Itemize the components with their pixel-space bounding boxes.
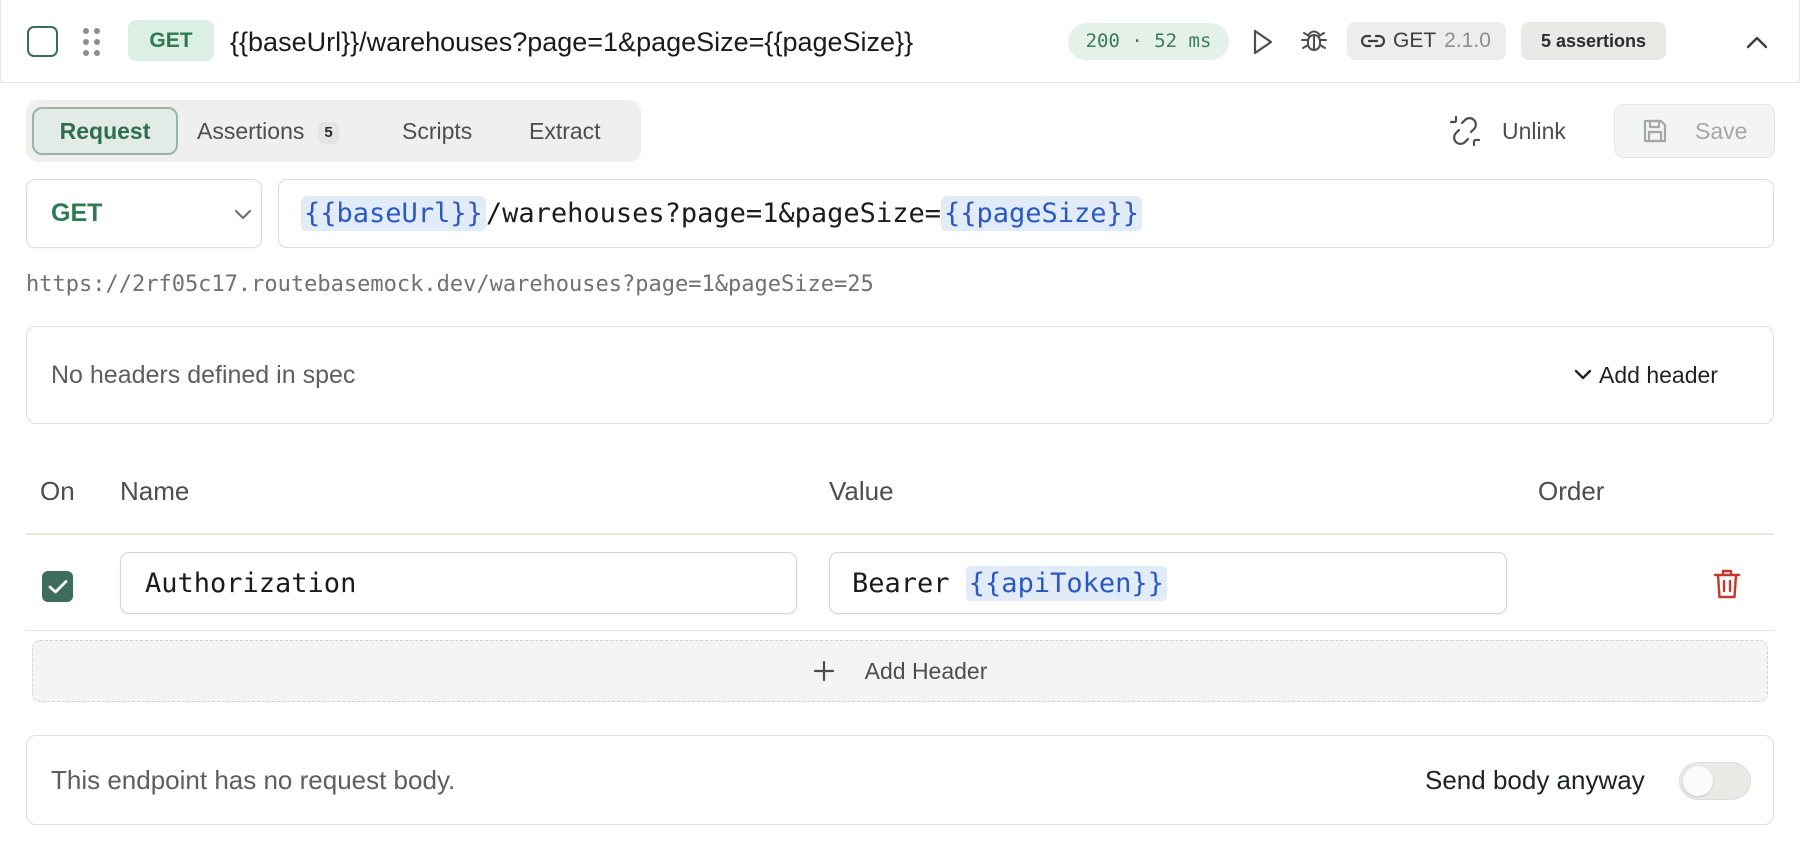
- plus-icon: [813, 660, 834, 682]
- check-icon: [48, 579, 67, 593]
- response-status-badge: 200 · 52 ms: [1068, 23, 1229, 60]
- send-body-anyway-toggle[interactable]: [1679, 762, 1751, 800]
- chevron-down-icon[interactable]: [1572, 363, 1594, 385]
- variable-chip: {{baseUrl}}: [301, 196, 486, 231]
- url-input[interactable]: {{baseUrl}}/warehouses?page=1&pageSize={…: [278, 179, 1774, 248]
- version-method: GET: [1393, 29, 1437, 52]
- debug-request-button[interactable]: [1297, 22, 1331, 60]
- request-body-panel: This endpoint has no request body. Send …: [26, 735, 1774, 825]
- header-value-input[interactable]: Bearer {{apiToken}}: [829, 552, 1507, 614]
- add-spec-header-button[interactable]: Add header: [1599, 327, 1718, 423]
- header-name-input[interactable]: Authorization: [120, 552, 797, 614]
- method-badge: GET: [128, 20, 214, 61]
- add-header-label: Add Header: [864, 657, 988, 684]
- select-request-checkbox[interactable]: [27, 26, 58, 57]
- endpoint-title: {{baseUrl}}/warehouses?page=1&pageSize={…: [230, 27, 914, 57]
- variable-chip: {{apiToken}}: [965, 565, 1167, 601]
- header-enabled-checkbox[interactable]: [42, 571, 73, 602]
- assertions-count-badge[interactable]: 5 assertions: [1521, 22, 1666, 60]
- tab-extract[interactable]: Extract: [529, 107, 601, 155]
- tab-request[interactable]: Request: [32, 107, 178, 155]
- save-icon: [1643, 119, 1667, 143]
- send-body-anyway-label: Send body anyway: [1425, 765, 1645, 795]
- table-row-divider: [26, 630, 1774, 631]
- request-header-bar: GET {{baseUrl}}/warehouses?page=1&pageSi…: [0, 0, 1800, 83]
- add-header-button[interactable]: Add Header: [32, 640, 1768, 702]
- column-header-name: Name: [120, 476, 190, 506]
- bug-icon: [1301, 30, 1327, 51]
- column-header-value: Value: [829, 476, 894, 506]
- column-header-order: Order: [1538, 476, 1605, 506]
- drag-handle-icon[interactable]: [83, 28, 101, 56]
- method-select[interactable]: GET: [26, 179, 262, 248]
- chevron-down-icon: [234, 209, 252, 220]
- version-number: 2.1.0: [1444, 29, 1491, 52]
- tab-assertions[interactable]: Assertions 5: [197, 107, 339, 155]
- link-icon: [1361, 34, 1385, 48]
- no-body-message: This endpoint has no request body.: [51, 765, 456, 795]
- unlink-icon: [1449, 115, 1481, 147]
- toggle-knob: [1683, 766, 1713, 796]
- save-button[interactable]: Save: [1614, 104, 1775, 158]
- table-header-divider: [26, 533, 1774, 535]
- run-request-button[interactable]: [1249, 24, 1277, 60]
- column-header-on: On: [40, 476, 75, 506]
- play-icon: [1253, 29, 1273, 55]
- unlink-button[interactable]: Unlink: [1448, 108, 1566, 154]
- method-select-value: GET: [51, 199, 103, 227]
- linked-version-badge[interactable]: GET 2.1.0: [1347, 22, 1506, 60]
- header-value-prefix: Bearer: [852, 567, 966, 599]
- tab-scripts[interactable]: Scripts: [402, 107, 472, 155]
- save-label: Save: [1695, 117, 1748, 144]
- url-path: /warehouses?page=1&pageSize=: [485, 198, 941, 229]
- spec-headers-panel: No headers defined in spec Add header: [26, 326, 1774, 424]
- tab-assertions-label: Assertions: [197, 118, 305, 144]
- trash-icon: [1713, 569, 1741, 599]
- spec-headers-message: No headers defined in spec: [51, 361, 356, 389]
- unlink-label: Unlink: [1502, 117, 1566, 144]
- collapse-button[interactable]: [1741, 26, 1773, 58]
- delete-header-button[interactable]: [1712, 568, 1742, 600]
- variable-chip: {{pageSize}}: [940, 196, 1143, 231]
- request-tabs: Request Assertions 5 Scripts Extract: [26, 100, 641, 162]
- resolved-url: https://2rf05c17.routebasemock.dev/wareh…: [26, 272, 874, 297]
- tab-assertions-count: 5: [318, 121, 339, 144]
- chevron-up-icon: [1746, 36, 1768, 49]
